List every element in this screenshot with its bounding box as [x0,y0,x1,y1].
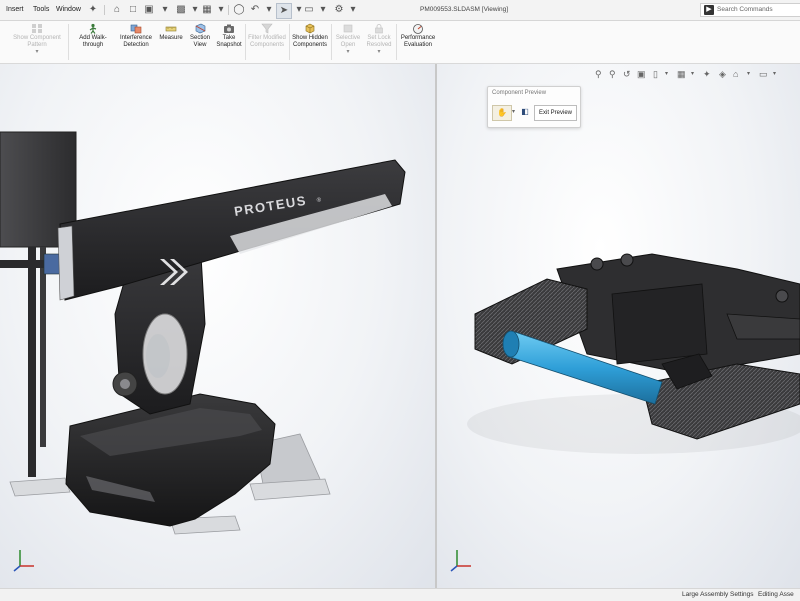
graphics-area-right[interactable]: ⚲ ⚲ ↺ ▣ ▯ ▾ ▦ ▾ ✦ ◈ ⌂ ▾ ▭ ▾ Component Pr… [437,64,800,588]
performance-icon [413,24,423,34]
separator [228,5,229,15]
performance-evaluation-button[interactable]: Performance Evaluation [397,21,439,63]
separator [331,24,332,60]
command-label: Set Lock Resolved [366,35,392,48]
camera-icon [224,24,234,33]
graphics-area-left[interactable]: PROTEUS ® [0,64,435,588]
print-dropdown-icon[interactable]: ▾ [214,3,228,17]
command-label: Section View [189,35,210,48]
command-label: Performance Evaluation [400,35,436,48]
gripper-component-model[interactable] [437,64,800,588]
large-assembly-settings-status[interactable]: Large Assembly Settings [682,589,754,601]
set-lock-resolved-button[interactable]: Set Lock Resolved ▾ [364,21,394,63]
status-bar: Large Assembly Settings Editing Asse [0,588,800,601]
filter-icon [261,23,273,34]
save-icon[interactable]: ▩ [174,3,188,17]
coordinate-triad-icon [13,550,34,572]
chevron-down-icon[interactable]: ▾ [334,49,362,55]
command-label: Interference Detection [119,35,153,48]
roller-end-left [502,330,520,358]
bolt-1 [590,257,604,271]
menu-insert[interactable]: Insert [6,0,24,20]
show-component-pattern-button[interactable]: Show Component Pattern ▾ [8,21,66,63]
robot-assembly-model[interactable]: PROTEUS ® [0,64,435,588]
robot-arm [59,159,406,301]
show-hidden-icon [305,23,315,34]
selective-open-icon [343,24,353,33]
command-label: Filter Modified Components [248,35,286,48]
search-command-icon: ▶ [704,5,714,15]
show-hidden-components-button[interactable]: Show Hidden Components [291,21,329,63]
component-preview-title: Component Preview [492,90,547,96]
settings-dropdown-icon[interactable]: ▾ [346,3,360,17]
monitor-pole [28,247,36,477]
open-dropdown-icon[interactable]: ▾ [158,3,172,17]
walkthrough-icon [89,23,97,34]
chevron-down-icon[interactable]: ▾ [512,105,518,119]
cube-icon[interactable]: ▭ [302,3,316,17]
selective-open-button[interactable]: Selective Open ▾ [334,21,362,63]
exit-preview-button[interactable]: Exit Preview [534,105,577,121]
command-label: Take Snapshot [216,35,242,48]
new-document-icon[interactable]: □ [126,3,140,17]
bolt-3 [775,289,789,303]
cube-dropdown-icon[interactable]: ▾ [316,3,330,17]
add-walkthrough-button[interactable]: Add Walk-through [71,21,115,63]
select-cursor-icon[interactable]: ➤ [276,3,292,19]
command-label: Selective Open [335,35,361,48]
bolt-2 [620,253,634,267]
chevron-down-icon[interactable]: ▾ [8,49,66,55]
search-commands-box[interactable]: ▶ Search Commands [700,3,800,17]
lock-icon [375,24,383,34]
section-view-icon [195,23,206,34]
title-bar: Insert Tools Window ✦ ⌂ □ ▣ ▾ ▩ ▾ ▦ ▾ ◯ … [0,0,800,21]
take-snapshot-button[interactable]: Take Snapshot [215,21,243,63]
pattern-icon [32,24,42,33]
left-foot-plate [9,477,71,497]
preview-mode-button[interactable]: ✋ [492,105,512,121]
menu-tools[interactable]: Tools [33,0,49,20]
settings-gear-icon[interactable]: ⚙ [332,3,346,17]
window-toggle-icon[interactable]: ◧ [519,105,531,119]
arm-end-plate [57,225,75,301]
separator [289,24,290,60]
interference-detection-button[interactable]: Interference Detection [116,21,156,63]
joint-wheel-hub [120,379,130,389]
separator [104,5,105,15]
right-foot-plate [249,478,331,501]
center-block [611,283,708,365]
monitor-pole-secondary [40,247,46,447]
search-input[interactable]: Search Commands [717,4,773,16]
document-title: PM009553.SLDASM [Viewing] [420,6,509,13]
open-folder-icon[interactable]: ▣ [142,3,156,17]
command-label: Show Component Pattern [13,35,61,48]
chevron-down-icon[interactable]: ▾ [364,49,394,55]
undo-icon[interactable]: ↶ [248,3,262,17]
home-icon[interactable]: ⌂ [110,3,124,17]
command-label: Measure [159,35,183,41]
command-label: Show Hidden Components [292,35,328,48]
command-manager: Show Component Pattern ▾ Add Walk-throug… [0,21,800,64]
filter-modified-components-button[interactable]: Filter Modified Components [247,21,287,63]
pin-icon[interactable]: ✦ [86,3,100,17]
measure-icon [165,26,177,32]
coordinate-triad-icon [450,550,471,572]
separator [68,24,69,60]
command-label: Add Walk-through [79,35,107,48]
component-preview-popup: Component Preview ✋ ▾ ◧ Exit Preview [487,86,581,128]
measure-button[interactable]: Measure [157,21,185,63]
menu-window[interactable]: Window [56,0,81,20]
editing-status: Editing Asse [758,591,794,598]
print-icon[interactable]: ▦ [200,3,214,17]
interference-icon [130,24,142,34]
undo-dropdown-icon[interactable]: ▾ [262,3,276,17]
separator [245,24,246,60]
hand-icon: ✋ [497,108,507,117]
section-view-button[interactable]: Section View [186,21,214,63]
column-window-inner [146,334,170,378]
rebuild-icon[interactable]: ◯ [232,3,246,17]
